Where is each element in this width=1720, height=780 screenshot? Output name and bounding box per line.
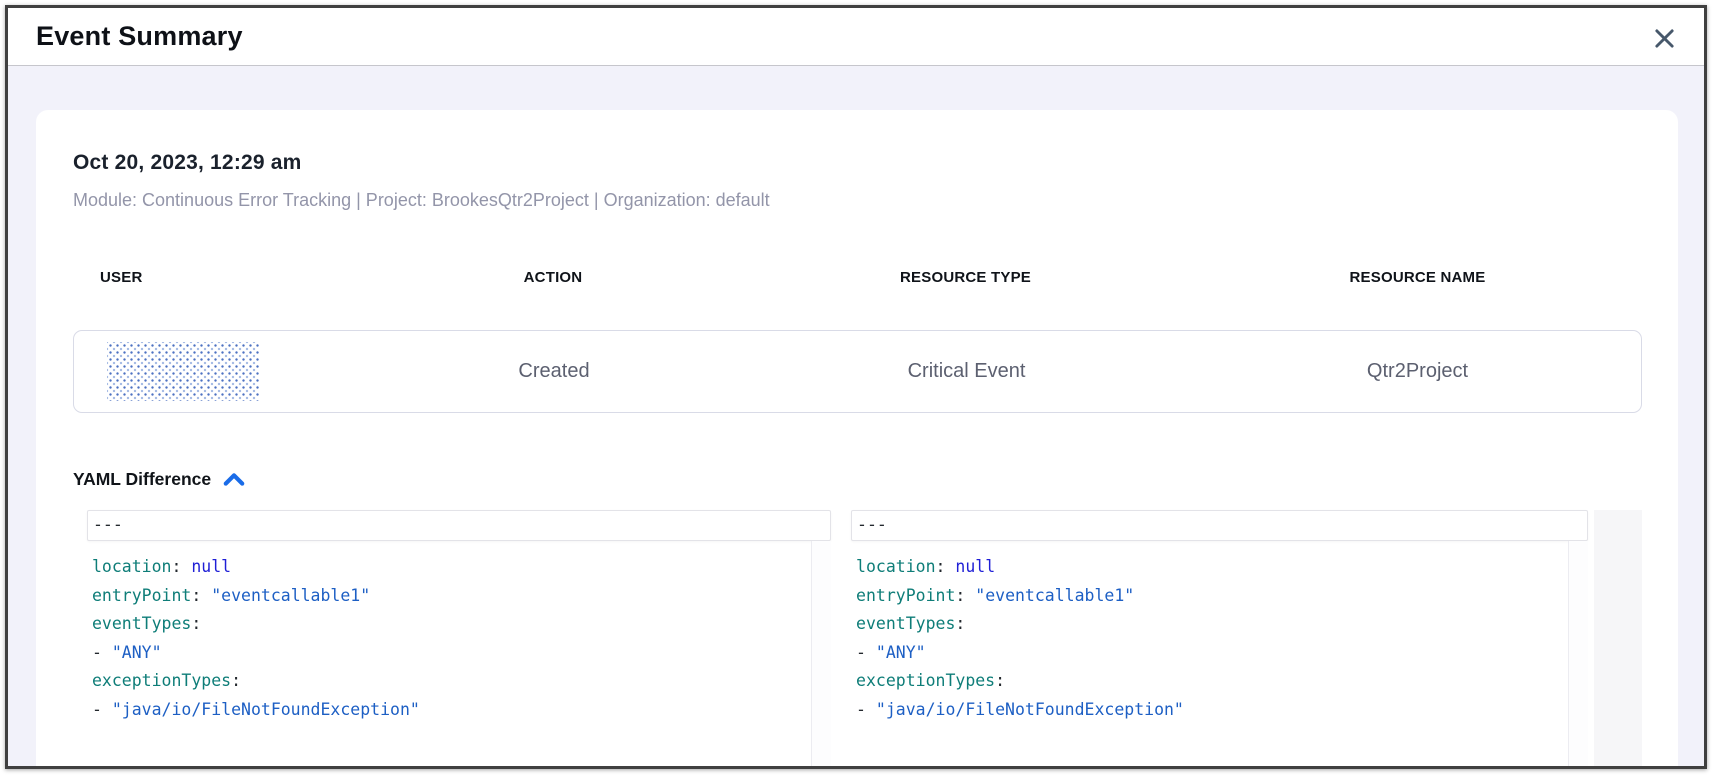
audit-table: USER ACTION RESOURCE TYPE RESOURCE NAME … (73, 269, 1642, 413)
right-pane-scrollbar[interactable] (1568, 541, 1588, 766)
resource-type-cell: Critical Event (739, 360, 1194, 383)
close-icon (1653, 27, 1676, 50)
yaml-code-line: exceptionTypes: (856, 667, 1588, 696)
yaml-first-line-box: --- (87, 510, 831, 541)
yaml-pane-right[interactable]: ---location: nullentryPoint: "eventcalla… (851, 510, 1588, 766)
yaml-code-line: --- (857, 511, 887, 540)
yaml-code-line: exceptionTypes: (92, 667, 831, 696)
action-cell: Created (369, 360, 739, 383)
chevron-up-icon (223, 472, 245, 487)
close-button[interactable] (1650, 24, 1678, 52)
pane-divider (831, 510, 851, 766)
yaml-code-line: eventTypes: (92, 610, 831, 639)
column-header-resource-name: RESOURCE NAME (1193, 269, 1642, 286)
left-pane-scrollbar[interactable] (811, 541, 831, 766)
yaml-code-line: - "java/io/FileNotFoundException" (856, 696, 1588, 725)
yaml-code-body: location: nullentryPoint: "eventcallable… (851, 541, 1588, 724)
yaml-code-line: entryPoint: "eventcallable1" (92, 582, 831, 611)
redacted-user-pattern (107, 342, 259, 401)
yaml-code-line: --- (93, 511, 123, 540)
column-header-resource-type: RESOURCE TYPE (738, 269, 1193, 286)
yaml-difference-label: YAML Difference (73, 469, 211, 490)
audit-table-header: USER ACTION RESOURCE TYPE RESOURCE NAME (73, 269, 1642, 286)
modal-header: Event Summary (8, 8, 1704, 66)
modal-body: Oct 20, 2023, 12:29 am Module: Continuou… (8, 66, 1704, 766)
yaml-code-body: location: nullentryPoint: "eventcallable… (87, 541, 831, 724)
yaml-code-line: - "java/io/FileNotFoundException" (92, 696, 831, 725)
resource-name-cell: Qtr2Project (1194, 360, 1641, 383)
event-card: Oct 20, 2023, 12:29 am Module: Continuou… (36, 110, 1678, 766)
column-header-user: USER (73, 269, 368, 286)
yaml-first-line-box: --- (851, 510, 1588, 541)
diff-outer-scroll-strip[interactable] (1594, 510, 1642, 766)
event-summary-modal: Event Summary Oct 20, 2023, 12:29 am Mod… (5, 5, 1707, 769)
yaml-code-line: - "ANY" (92, 639, 831, 668)
modal-title: Event Summary (36, 21, 243, 52)
yaml-code-line: entryPoint: "eventcallable1" (856, 582, 1588, 611)
event-meta-line: Module: Continuous Error Tracking | Proj… (73, 190, 1642, 211)
user-cell (74, 342, 369, 401)
screenshot-stage: Event Summary Oct 20, 2023, 12:29 am Mod… (0, 0, 1720, 780)
yaml-difference-header: YAML Difference (73, 469, 1642, 490)
collapse-toggle-button[interactable] (223, 472, 245, 487)
yaml-diff-view: ---location: nullentryPoint: "eventcalla… (87, 510, 1642, 766)
table-row: Created Critical Event Qtr2Project (73, 330, 1642, 413)
yaml-code-line: eventTypes: (856, 610, 1588, 639)
yaml-code-line: location: null (856, 553, 1588, 582)
column-header-action: ACTION (368, 269, 738, 286)
yaml-code-line: - "ANY" (856, 639, 1588, 668)
event-timestamp: Oct 20, 2023, 12:29 am (73, 151, 1642, 175)
yaml-code-line: location: null (92, 553, 831, 582)
yaml-pane-left[interactable]: ---location: nullentryPoint: "eventcalla… (87, 510, 831, 766)
